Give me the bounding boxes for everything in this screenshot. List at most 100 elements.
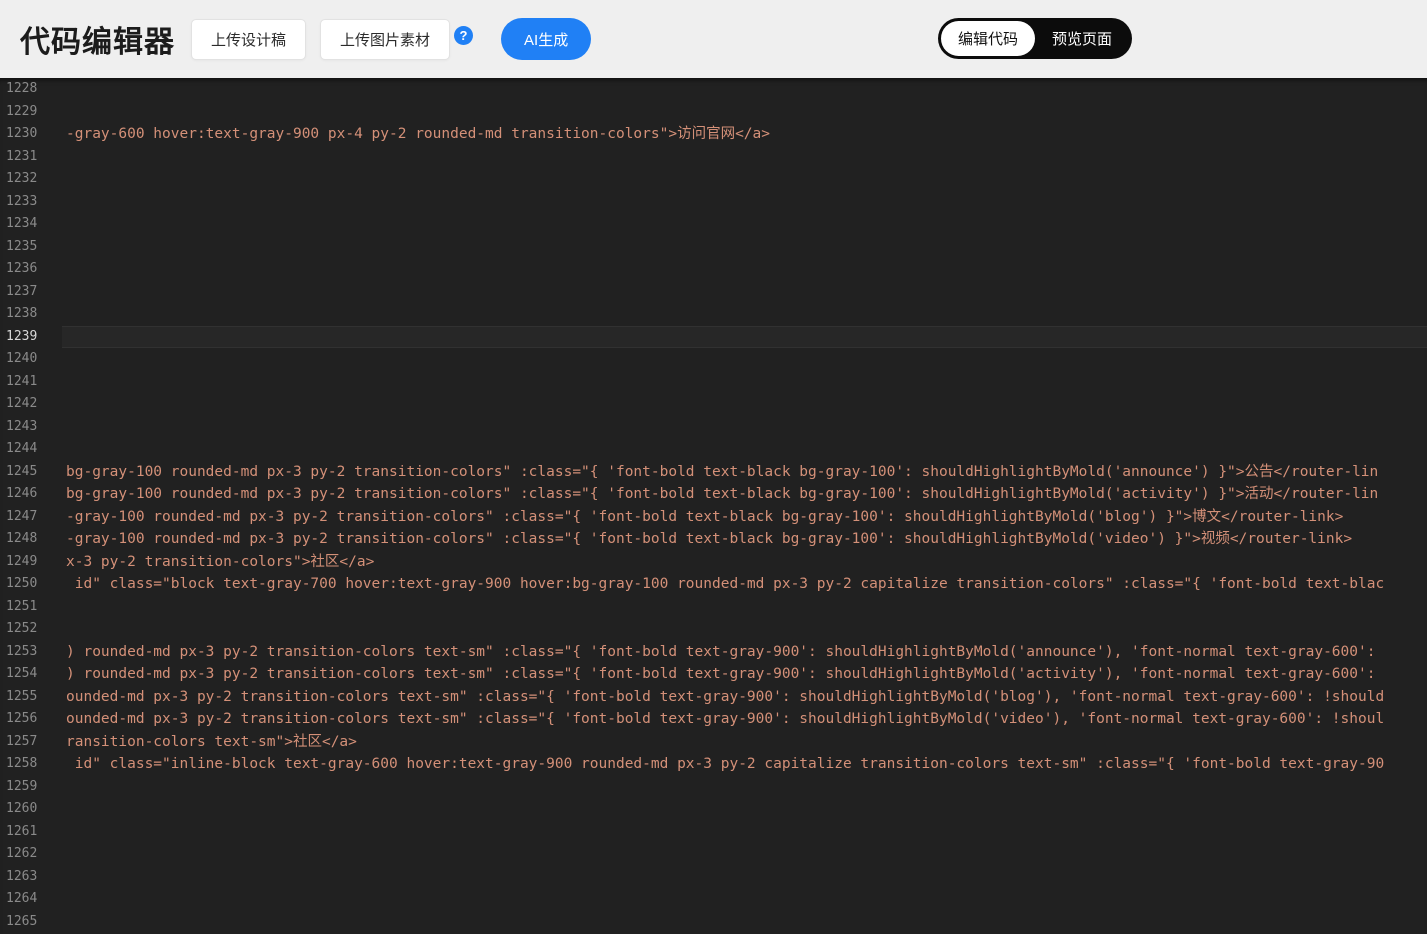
- line-number: 1250: [0, 573, 62, 596]
- line-number: 1243: [0, 416, 62, 439]
- code-line[interactable]: 1243: [0, 416, 1427, 439]
- line-number: 1265: [0, 911, 62, 934]
- code-line[interactable]: 1240: [0, 348, 1427, 371]
- code-line[interactable]: 1237: [0, 281, 1427, 304]
- line-number: 1228: [0, 78, 62, 101]
- code-line[interactable]: 1250 id" class="block text-gray-700 hove…: [0, 573, 1427, 596]
- code-text: [62, 596, 1427, 619]
- line-number: 1237: [0, 281, 62, 304]
- code-line[interactable]: 1261: [0, 821, 1427, 844]
- code-line[interactable]: 1251: [0, 596, 1427, 619]
- code-text: [62, 303, 1427, 326]
- code-text: ) rounded-md px-3 py-2 transition-colors…: [62, 663, 1427, 686]
- code-line[interactable]: 1235: [0, 236, 1427, 259]
- code-text: bg-gray-100 rounded-md px-3 py-2 transit…: [62, 461, 1427, 484]
- code-line[interactable]: 1232: [0, 168, 1427, 191]
- code-text: [62, 281, 1427, 304]
- code-text: [62, 213, 1427, 236]
- line-number: 1235: [0, 236, 62, 259]
- code-line[interactable]: 1244: [0, 438, 1427, 461]
- code-text: id" class="inline-block text-gray-600 ho…: [62, 753, 1427, 776]
- view-mode-toggle[interactable]: 编辑代码 预览页面: [938, 18, 1132, 59]
- line-number: 1258: [0, 753, 62, 776]
- code-text: [62, 101, 1427, 124]
- line-number: 1231: [0, 146, 62, 169]
- code-line[interactable]: 1233: [0, 191, 1427, 214]
- line-number: 1230: [0, 123, 62, 146]
- code-line[interactable]: 1230-gray-600 hover:text-gray-900 px-4 p…: [0, 123, 1427, 146]
- code-line[interactable]: 1242: [0, 393, 1427, 416]
- line-number: 1249: [0, 551, 62, 574]
- code-line[interactable]: 1241: [0, 371, 1427, 394]
- code-text: ransition-colors text-sm">社区</a>: [62, 731, 1427, 754]
- code-text: [62, 416, 1427, 439]
- code-line[interactable]: 1264: [0, 888, 1427, 911]
- line-number: 1261: [0, 821, 62, 844]
- code-line[interactable]: 1262: [0, 843, 1427, 866]
- line-number: 1244: [0, 438, 62, 461]
- line-number: 1241: [0, 371, 62, 394]
- line-number: 1262: [0, 843, 62, 866]
- code-line[interactable]: 1247-gray-100 rounded-md px-3 py-2 trans…: [0, 506, 1427, 529]
- code-line[interactable]: 1254) rounded-md px-3 py-2 transition-co…: [0, 663, 1427, 686]
- line-number: 1253: [0, 641, 62, 664]
- line-number: 1233: [0, 191, 62, 214]
- line-number: 1248: [0, 528, 62, 551]
- code-line[interactable]: 1234: [0, 213, 1427, 236]
- code-line[interactable]: 1231: [0, 146, 1427, 169]
- code-line[interactable]: 1256ounded-md px-3 py-2 transition-color…: [0, 708, 1427, 731]
- tab-preview-page[interactable]: 预览页面: [1035, 21, 1129, 56]
- code-editor[interactable]: 122812291230-gray-600 hover:text-gray-90…: [0, 78, 1427, 934]
- line-number: 1264: [0, 888, 62, 911]
- line-number: 1247: [0, 506, 62, 529]
- code-line[interactable]: 1245bg-gray-100 rounded-md px-3 py-2 tra…: [0, 461, 1427, 484]
- code-line[interactable]: 1228: [0, 78, 1427, 101]
- code-text: [62, 888, 1427, 911]
- code-text: [62, 866, 1427, 889]
- line-number: 1234: [0, 213, 62, 236]
- code-text: [62, 393, 1427, 416]
- code-line[interactable]: 1255ounded-md px-3 py-2 transition-color…: [0, 686, 1427, 709]
- code-line[interactable]: 1238: [0, 303, 1427, 326]
- ai-generate-button[interactable]: AI生成: [501, 18, 591, 60]
- code-text: [62, 798, 1427, 821]
- line-number: 1246: [0, 483, 62, 506]
- line-number: 1260: [0, 798, 62, 821]
- code-line[interactable]: 1258 id" class="inline-block text-gray-6…: [0, 753, 1427, 776]
- tab-edit-code[interactable]: 编辑代码: [941, 21, 1035, 56]
- code-line[interactable]: 1248-gray-100 rounded-md px-3 py-2 trans…: [0, 528, 1427, 551]
- line-number: 1240: [0, 348, 62, 371]
- code-text: -gray-100 rounded-md px-3 py-2 transitio…: [62, 528, 1427, 551]
- code-line[interactable]: 1229: [0, 101, 1427, 124]
- code-text: [62, 258, 1427, 281]
- code-line[interactable]: 1265: [0, 911, 1427, 934]
- help-icon[interactable]: ?: [454, 26, 473, 45]
- code-line[interactable]: 1257ransition-colors text-sm">社区</a>: [0, 731, 1427, 754]
- line-number: 1254: [0, 663, 62, 686]
- line-number: 1251: [0, 596, 62, 619]
- line-number: 1245: [0, 461, 62, 484]
- code-text: [62, 146, 1427, 169]
- upload-design-button[interactable]: 上传设计稿: [191, 19, 306, 60]
- code-line[interactable]: 1259: [0, 776, 1427, 799]
- code-text: [62, 371, 1427, 394]
- code-line[interactable]: 1246bg-gray-100 rounded-md px-3 py-2 tra…: [0, 483, 1427, 506]
- code-text: -gray-600 hover:text-gray-900 px-4 py-2 …: [62, 123, 1427, 146]
- line-number: 1236: [0, 258, 62, 281]
- code-line[interactable]: 1253) rounded-md px-3 py-2 transition-co…: [0, 641, 1427, 664]
- code-line[interactable]: 1249x-3 py-2 transition-colors">社区</a>: [0, 551, 1427, 574]
- code-line[interactable]: 1263: [0, 866, 1427, 889]
- code-line[interactable]: 1236: [0, 258, 1427, 281]
- upload-image-button[interactable]: 上传图片素材: [320, 19, 450, 60]
- code-line-active[interactable]: 1239: [0, 326, 1427, 349]
- code-line[interactable]: 1260: [0, 798, 1427, 821]
- code-text: -gray-100 rounded-md px-3 py-2 transitio…: [62, 506, 1427, 529]
- code-text: [62, 776, 1427, 799]
- code-text: [62, 78, 1427, 101]
- app-title: 代码编辑器: [20, 17, 175, 61]
- code-line[interactable]: 1252: [0, 618, 1427, 641]
- code-text: x-3 py-2 transition-colors">社区</a>: [62, 551, 1427, 574]
- code-text: [62, 821, 1427, 844]
- code-text: [62, 438, 1427, 461]
- line-number: 1239: [0, 326, 62, 349]
